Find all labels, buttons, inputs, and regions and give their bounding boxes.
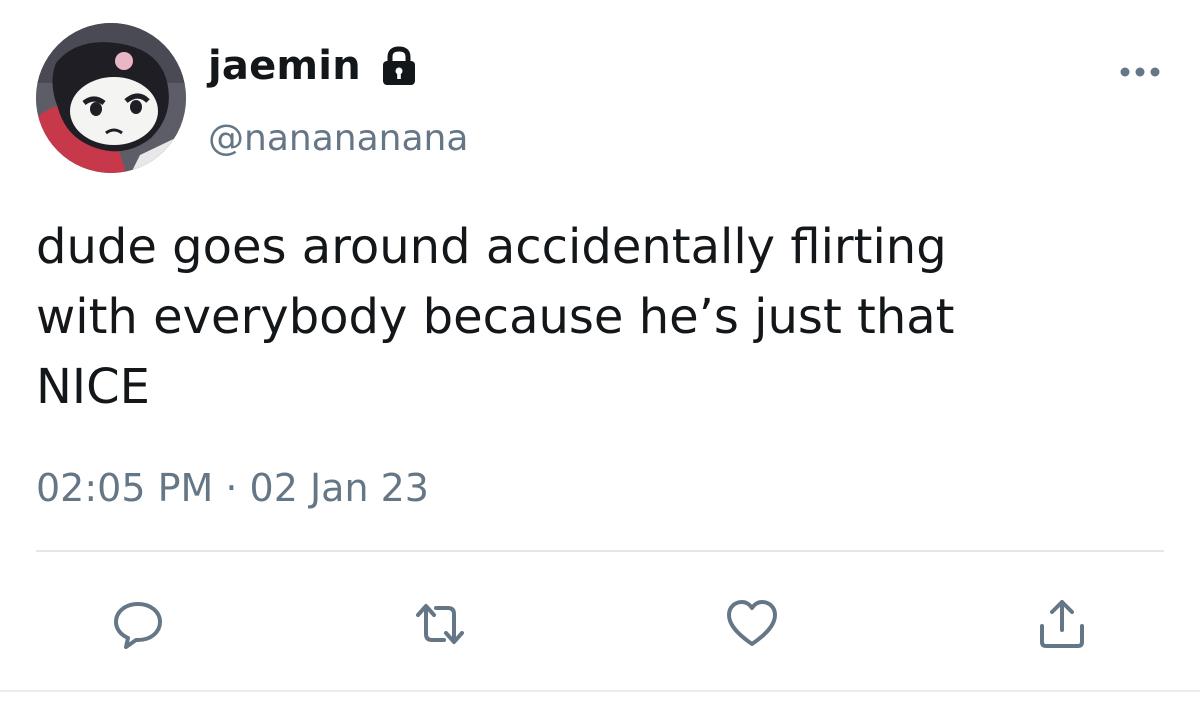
tweet-card: jaemin @nanananana dude goes around acci… [0,0,1200,710]
author-handle[interactable]: @nanananana [208,118,468,159]
share-button[interactable] [1034,596,1090,652]
heart-icon [727,600,777,646]
bottom-divider [0,690,1200,692]
tweet-text: dude goes around accidentally flirting w… [36,219,955,415]
display-name[interactable]: jaemin [208,43,361,89]
share-icon [1040,600,1084,648]
reply-icon [114,602,162,649]
reply-button[interactable] [110,596,166,652]
more-options-icon[interactable] [1118,62,1162,82]
like-button[interactable] [724,596,780,652]
avatar[interactable] [36,23,186,173]
retweet-button[interactable] [412,596,468,652]
retweet-icon [416,604,464,644]
avatar-image [36,23,186,173]
lock-icon [379,45,419,87]
tweet-timestamp[interactable]: 02:05 PM · 02 Jan 23 [36,466,429,510]
author-name-row: jaemin [208,36,419,96]
divider [36,550,1164,552]
